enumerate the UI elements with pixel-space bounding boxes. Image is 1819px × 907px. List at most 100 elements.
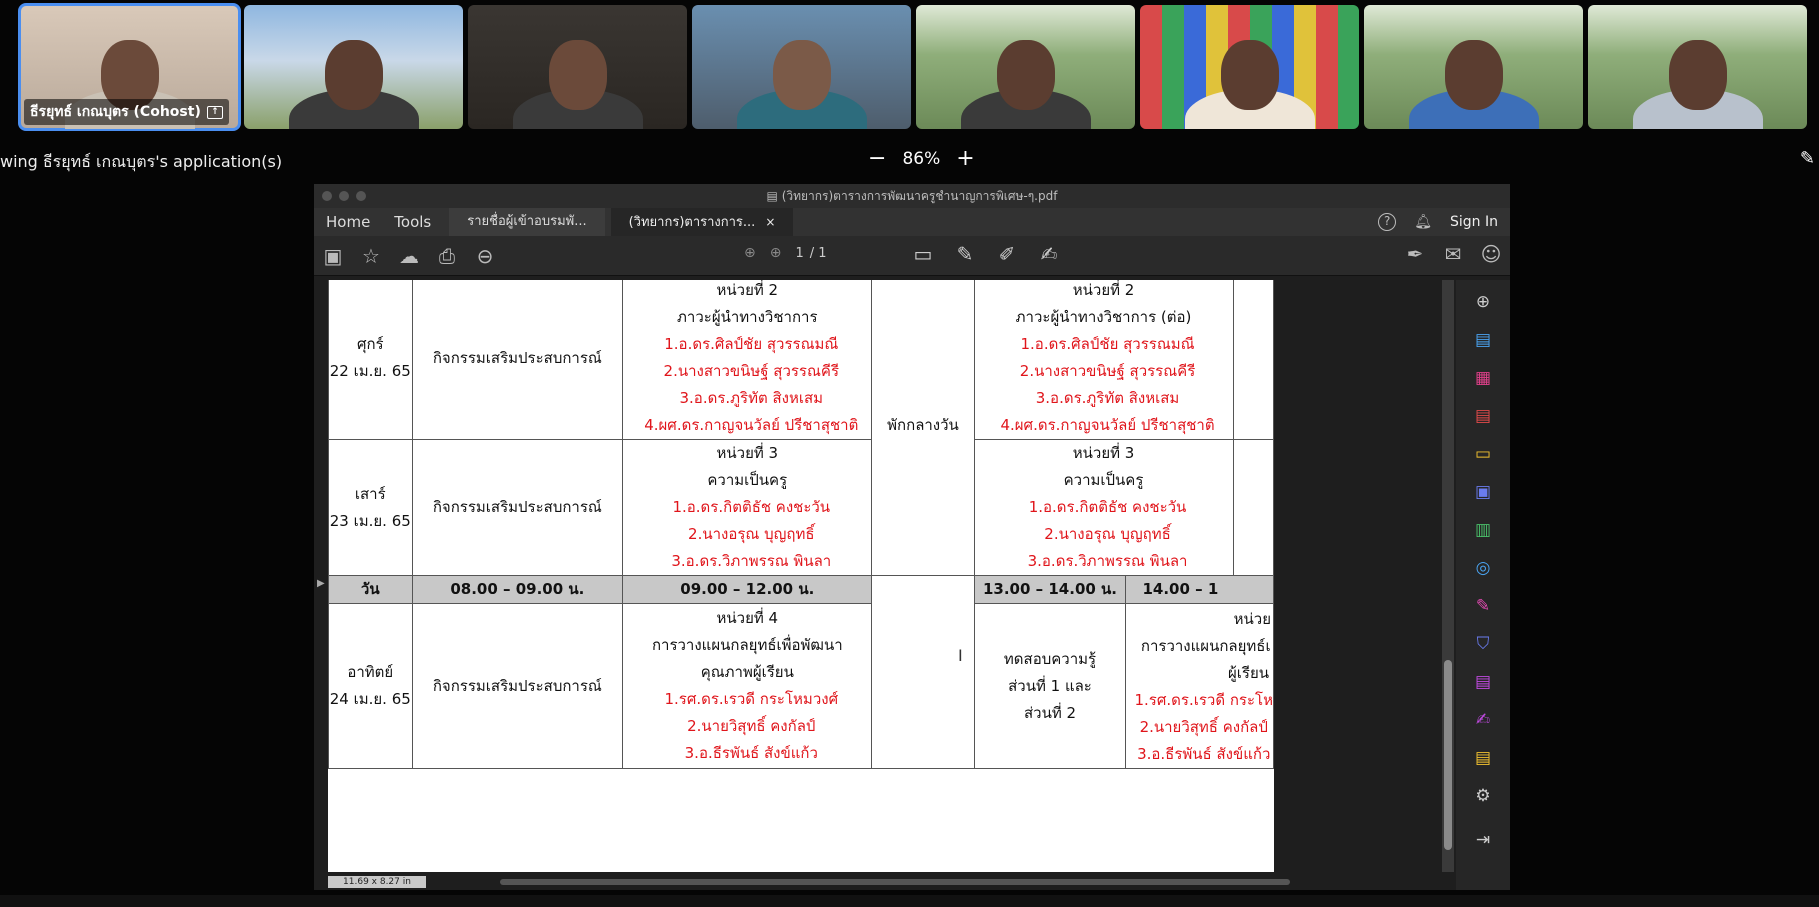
speaker: 4.ผศ.ดร.กาญจนวัลย์ ปรีชาสุชาติ xyxy=(644,416,859,434)
speaker: 2.นางสาวขนิษฐ์ สุวรรณคีรี xyxy=(663,362,839,380)
star-icon[interactable]: ☆ xyxy=(352,244,390,268)
zoom-in-button[interactable]: + xyxy=(956,148,974,170)
unit-topic: ภาวะผู้นำทางวิชาการ (ต่อ) xyxy=(1015,308,1192,326)
test-line: ส่วนที่ 2 xyxy=(1023,703,1077,722)
save-icon[interactable]: ▣ xyxy=(314,244,352,268)
close-window-button[interactable] xyxy=(322,191,332,201)
participant-tile[interactable]: ธีรยุทธ์ เกณบุตร (Cohost) ↑ xyxy=(18,3,241,131)
annotate-icon[interactable]: ✎ xyxy=(1800,148,1815,169)
unit-topic: ความเป็นครู xyxy=(707,471,788,489)
expand-panel-icon[interactable]: ⇥ xyxy=(1471,828,1495,852)
scroll-thumb[interactable] xyxy=(1444,660,1452,850)
day-cell: อาทิตย์ 24 เม.ย. 65 xyxy=(328,603,413,769)
next-page-icon[interactable]: ⊕ xyxy=(770,245,782,261)
unit-title: หน่วยที่ 3 xyxy=(716,444,779,462)
upload-cloud-icon[interactable]: ☁ xyxy=(390,244,428,268)
participant-strip: ธีรยุทธ์ เกณบุตร (Cohost) ↑ xyxy=(18,3,1807,131)
combine-files-icon[interactable]: ▣ xyxy=(1471,480,1495,504)
participant-face xyxy=(996,39,1055,110)
comment-tool-icon[interactable]: ▭ xyxy=(1471,442,1495,466)
time-header-row: วัน 08.00 – 09.00 น. 09.00 – 12.00 น. 13… xyxy=(328,575,1274,769)
menu-tools[interactable]: Tools xyxy=(382,213,443,231)
participant-tile[interactable] xyxy=(244,5,463,129)
participant-name: ธีรยุทธ์ เกณบุตร (Cohost) xyxy=(30,104,201,120)
fill-sign-tool-icon[interactable]: ✎ xyxy=(1471,594,1495,618)
pdf-export-icon[interactable]: ▤ xyxy=(1471,746,1495,770)
day-cell: ศุกร์ 22 เม.ย. 65 xyxy=(328,280,413,440)
speaker: 3.อ.ดร.ภูริทัต สิงหเสม xyxy=(1035,389,1180,407)
empty-cell xyxy=(1232,439,1274,576)
speaker: 1.อ.ดร.กิตติธัช คงชะวัน xyxy=(672,498,831,516)
zoom-search-icon[interactable]: ⊖ xyxy=(466,244,504,268)
scan-ocr-icon[interactable]: ▥ xyxy=(1471,518,1495,542)
page-size: 11.69 x 8.27 in xyxy=(328,876,426,888)
zoom-out-button[interactable]: − xyxy=(868,148,886,170)
participant-face xyxy=(1668,39,1727,110)
minimize-window-button[interactable] xyxy=(339,191,349,201)
speaker: 1.อ.ดร.ศิลป์ชัย สุวรรณมณี xyxy=(1020,335,1195,353)
document-icon: ▤ xyxy=(766,189,782,203)
horizontal-scrollbar[interactable] xyxy=(500,879,1290,885)
edit-pdf-icon[interactable]: ▤ xyxy=(1471,670,1495,694)
request-signature-icon[interactable]: ✍ xyxy=(1471,708,1495,732)
pdf-page: ศุกร์ 22 เม.ย. 65 กิจกรรมเสริมประสบการณ์ … xyxy=(328,280,1274,872)
comment-icon[interactable]: ▭ xyxy=(904,242,942,266)
header-time: 14.00 – 1 xyxy=(1125,575,1274,604)
left-panel-toggle-icon[interactable]: ▶ xyxy=(317,578,325,589)
draw-icon[interactable]: ✐ xyxy=(988,242,1026,266)
more-tools-icon[interactable]: ⚙ xyxy=(1471,784,1495,808)
test-line: ส่วนที่ 1 และ xyxy=(1008,676,1092,695)
speaker: 2.นายวิสุทธิ์ คงกัลป์ xyxy=(687,717,816,735)
document-tab-active[interactable]: (วิทยากร)ตารางการ... × xyxy=(610,208,794,236)
bell-icon[interactable]: 🔔︎ xyxy=(1414,214,1432,230)
menu-home[interactable]: Home xyxy=(314,213,382,231)
unit-title: หน่วย xyxy=(1233,610,1271,628)
participant-tile[interactable] xyxy=(692,5,911,129)
speaker: 1.รศ.ดร.เรวดี กระโห xyxy=(1134,691,1273,709)
document-tab[interactable]: รายชื่อผู้เข้าอบรมพั... xyxy=(449,208,605,236)
export-pdf-icon[interactable]: ▤ xyxy=(1471,328,1495,352)
protect-icon[interactable]: ⛉ xyxy=(1471,632,1495,656)
prev-page-icon[interactable]: ⊕ xyxy=(744,245,756,261)
speaker: 3.อ.ธีรพันธ์ สังข์แก้ว xyxy=(1137,745,1271,763)
share-bar: wing ธีรยุทธ์ เกณบุตร's application(s) −… xyxy=(0,148,1819,176)
activity-cell: กิจกรรมเสริมประสบการณ์ xyxy=(411,280,624,440)
header-day: วัน xyxy=(328,575,413,604)
highlight-pen-icon[interactable]: ✎ xyxy=(946,242,984,266)
print-icon[interactable]: ⎙ xyxy=(428,244,466,268)
menu-bar: Home Tools รายชื่อผู้เข้าอบรมพั... (วิทย… xyxy=(314,208,1510,236)
unit-title: หน่วยที่ 2 xyxy=(1072,281,1135,299)
organize-pages-icon[interactable]: ▦ xyxy=(1471,366,1495,390)
participant-tile[interactable] xyxy=(468,5,687,129)
participant-face xyxy=(772,39,831,110)
help-icon[interactable]: ? xyxy=(1378,213,1397,231)
sign-in-button[interactable]: Sign In xyxy=(1450,214,1498,230)
edit-sign-icon[interactable]: ✒ xyxy=(1396,242,1434,266)
activity-cell: กิจกรรมเสริมประสบการณ์ xyxy=(411,603,624,769)
lunch-cell: พักกลางวัน xyxy=(871,280,975,576)
compress-pdf-icon[interactable]: ◎ xyxy=(1471,556,1495,580)
participant-tile[interactable] xyxy=(916,5,1135,129)
participant-tile[interactable] xyxy=(1588,5,1807,129)
email-icon[interactable]: ✉ xyxy=(1434,242,1472,266)
maximize-window-button[interactable] xyxy=(356,191,366,201)
afternoon-session-cell: หน่วยที่ 2 ภาวะผู้นำทางวิชาการ (ต่อ) 1.อ… xyxy=(973,280,1234,440)
unit-title: หน่วยที่ 4 xyxy=(716,609,779,627)
test-line: ทดสอบความรู้ xyxy=(1003,649,1097,668)
meeting-window: ธีรยุทธ์ เกณบุตร (Cohost) ↑ wing ธีรยุทธ… xyxy=(0,0,1819,907)
page-number-input[interactable]: 1 xyxy=(795,246,803,261)
tab-label: รายชื่อผู้เข้าอบรมพั... xyxy=(467,214,587,229)
create-pdf-icon[interactable]: ▤ xyxy=(1471,404,1495,428)
share-user-icon[interactable]: ☺ xyxy=(1472,242,1510,266)
fill-sign-icon[interactable]: ✍ xyxy=(1030,242,1068,266)
speaker: 1.อ.ดร.ศิลป์ชัย สุวรรณมณี xyxy=(664,335,839,353)
participant-tile[interactable] xyxy=(1140,5,1359,129)
vertical-scrollbar[interactable] xyxy=(1442,280,1454,872)
page-navigation: ⊕ ⊕ 1 / 1 xyxy=(744,245,827,261)
speaker: 3.อ.ดร.ภูริทัต สิงหเสม xyxy=(679,389,824,407)
zoom-icon[interactable]: ⊕ xyxy=(1471,290,1495,314)
close-tab-icon[interactable]: × xyxy=(765,215,775,229)
header-time: 13.00 – 14.00 น. xyxy=(973,575,1127,604)
session-cell: หน่วยที่ 2 ภาวะผู้นำทางวิชาการ 1.อ.ดร.ศิ… xyxy=(622,280,873,440)
participant-tile[interactable] xyxy=(1364,5,1583,129)
